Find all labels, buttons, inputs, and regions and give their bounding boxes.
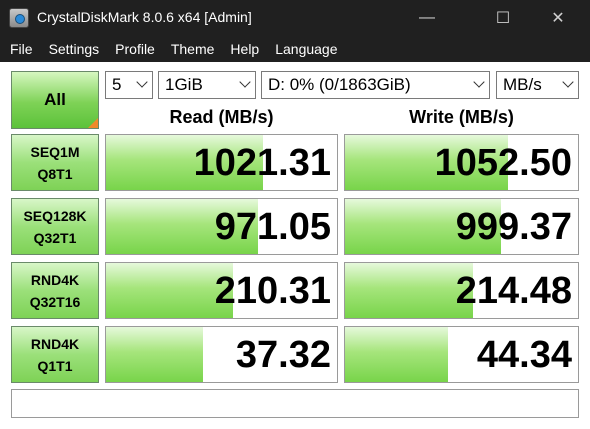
- write-value: 999.37: [455, 206, 572, 248]
- read-column-header: Read (MB/s): [169, 107, 274, 127]
- drive-value: D: 0% (0/1863GiB): [268, 75, 411, 94]
- unit-value: MB/s: [503, 75, 542, 94]
- menu-help[interactable]: Help: [224, 41, 265, 57]
- test-count-value: 5: [112, 75, 122, 94]
- unit-select[interactable]: MB/s: [496, 71, 579, 99]
- write-result: 44.34: [344, 326, 579, 383]
- read-value: 37.32: [235, 334, 331, 376]
- read-result: 37.32: [105, 326, 338, 383]
- test-name: SEQ128K: [23, 207, 87, 224]
- write-value: 1052.50: [434, 142, 572, 184]
- write-value: 44.34: [476, 334, 572, 376]
- read-progress-bar: [106, 327, 204, 382]
- write-progress-bar: [345, 327, 448, 382]
- test-size-select[interactable]: 1GiB: [158, 71, 256, 99]
- test-params: Q32T16: [29, 293, 81, 310]
- close-icon[interactable]: ✕: [535, 0, 581, 36]
- menu-file[interactable]: File: [4, 41, 39, 57]
- read-value: 1021.31: [193, 142, 331, 184]
- test-button-rnd4k-q1t1[interactable]: RND4K Q1T1: [11, 326, 99, 383]
- window-title: CrystalDiskMark 8.0.6 x64 [Admin]: [37, 9, 252, 25]
- test-size-value: 1GiB: [165, 75, 203, 94]
- write-column-header: Write (MB/s): [409, 107, 514, 127]
- write-result: 214.48: [344, 262, 579, 319]
- test-button-rnd4k-q32t16[interactable]: RND4K Q32T16: [11, 262, 99, 319]
- write-result: 1052.50: [344, 134, 579, 191]
- test-name: RND4K: [30, 335, 80, 352]
- menu-profile[interactable]: Profile: [109, 41, 161, 57]
- read-result: 971.05: [105, 198, 338, 255]
- test-button-seq1m[interactable]: SEQ1M Q8T1: [11, 134, 99, 191]
- minimize-icon[interactable]: —: [404, 0, 450, 36]
- test-params: Q8T1: [37, 165, 73, 182]
- drive-select[interactable]: D: 0% (0/1863GiB): [261, 71, 490, 99]
- menu-theme[interactable]: Theme: [165, 41, 221, 57]
- test-count-select[interactable]: 5: [105, 71, 153, 99]
- app-icon: [9, 8, 29, 28]
- test-button-seq128k[interactable]: SEQ128K Q32T1: [11, 198, 99, 255]
- menu-bar: File Settings Profile Theme Help Languag…: [0, 36, 590, 62]
- test-params: Q1T1: [37, 357, 73, 374]
- read-value: 210.31: [214, 270, 331, 312]
- test-name: RND4K: [30, 271, 80, 288]
- menu-settings[interactable]: Settings: [43, 41, 106, 57]
- chevron-down-icon: [239, 76, 251, 88]
- menu-language[interactable]: Language: [269, 41, 343, 57]
- chevron-down-icon: [473, 76, 485, 88]
- chevron-down-icon: [562, 76, 574, 88]
- read-value: 971.05: [214, 206, 331, 248]
- write-result: 999.37: [344, 198, 579, 255]
- read-result: 210.31: [105, 262, 338, 319]
- title-bar: CrystalDiskMark 8.0.6 x64 [Admin] — ☐ ✕: [0, 0, 590, 36]
- read-result: 1021.31: [105, 134, 338, 191]
- comment-field[interactable]: [11, 389, 579, 418]
- test-params: Q32T1: [33, 229, 77, 246]
- all-button[interactable]: All: [11, 71, 99, 129]
- test-name: SEQ1M: [30, 143, 80, 160]
- write-value: 214.48: [455, 270, 572, 312]
- maximize-icon[interactable]: ☐: [480, 0, 526, 36]
- all-button-label: All: [44, 90, 66, 109]
- write-progress-bar: [345, 263, 474, 318]
- chevron-down-icon: [136, 76, 148, 88]
